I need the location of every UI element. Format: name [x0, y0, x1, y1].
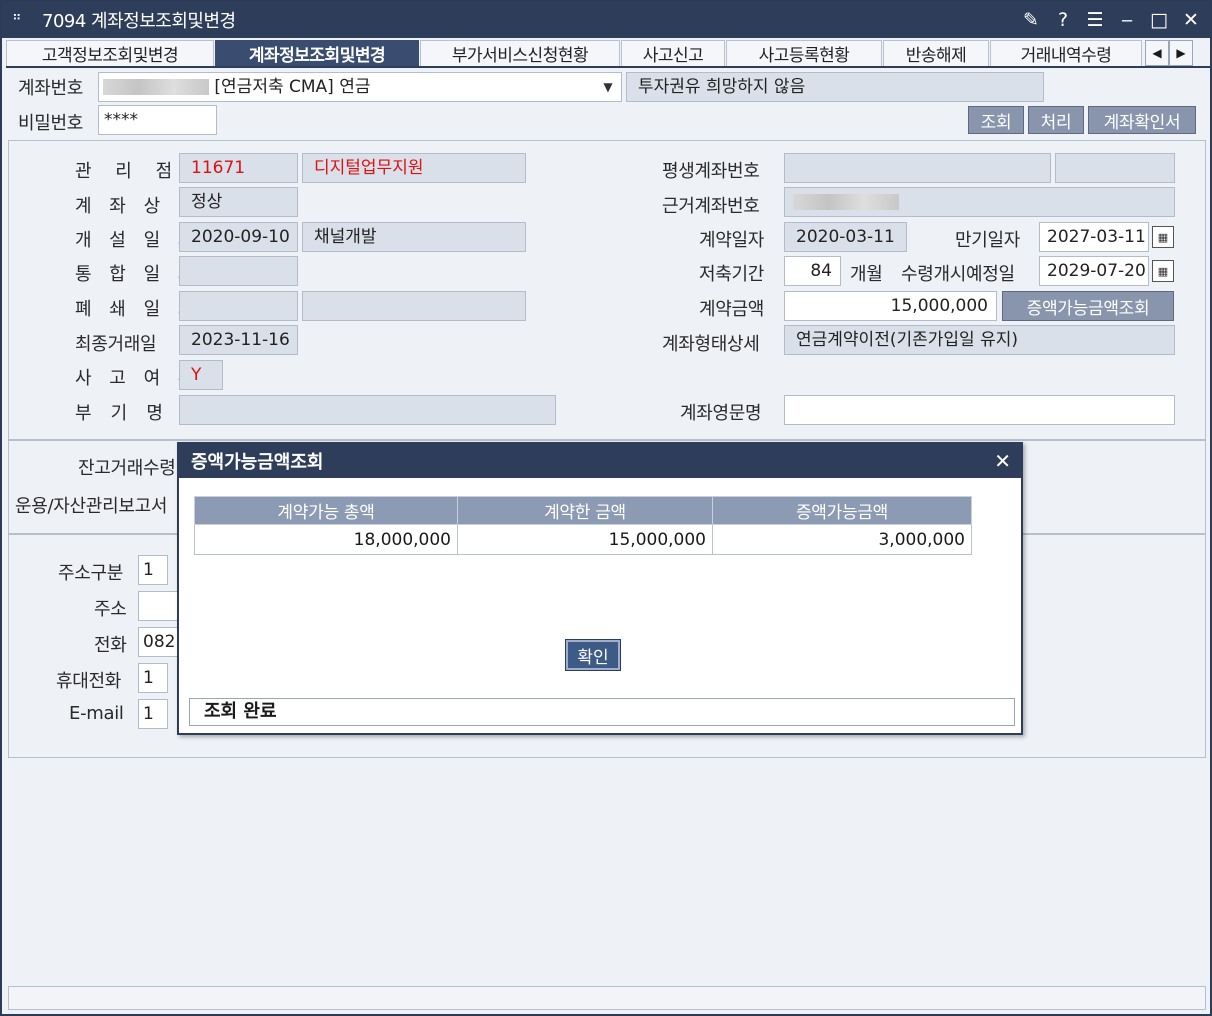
chevron-down-icon[interactable]: ▼	[596, 73, 620, 101]
payout-date-label: 수령개시예정일	[901, 264, 1015, 285]
pin-icon[interactable]: ✎	[1020, 2, 1042, 38]
password-label: 비밀번호	[18, 113, 84, 134]
increase-amount-query-button[interactable]: 증액가능금액조회	[1002, 291, 1174, 321]
masked-account-number	[103, 79, 209, 95]
merge-date-field	[179, 256, 298, 286]
maximize-icon[interactable]: □	[1148, 2, 1170, 38]
grid-cell-total: 18,000,000	[194, 524, 458, 555]
lifetime-account-field	[784, 153, 1051, 183]
months-unit-label: 개월	[850, 264, 883, 285]
mobile-label: 휴대전화	[56, 671, 122, 692]
tab-customer-info[interactable]: 고객정보조회및변경	[6, 40, 214, 66]
lifetime-account-extra-field	[1055, 153, 1175, 183]
grid-header: 계약가능 총액	[194, 496, 458, 525]
account-number-label: 계좌번호	[18, 78, 84, 99]
account-type-field: 연금계약이전(기존가입일 유지)	[784, 325, 1175, 355]
tab-bar: 고객정보조회및변경 계좌정보조회및변경 부가서비스신청현황 사고신고 사고등록현…	[6, 40, 1210, 68]
invest-notice-field: 투자권유 희망하지 않음	[626, 72, 1044, 102]
tab-incident-report[interactable]: 사고신고	[621, 40, 725, 66]
email-label: E-mail	[69, 703, 124, 724]
account-select[interactable]: [연금저축 CMA] 연금	[98, 72, 622, 102]
list-icon[interactable]: ☰	[1084, 2, 1106, 38]
help-icon[interactable]: ?	[1052, 2, 1074, 38]
maturity-date-field[interactable]: 2027-03-11	[1039, 222, 1149, 252]
calendar-icon[interactable]: ▦	[1152, 226, 1174, 248]
sub-name-field	[179, 395, 556, 425]
window-controls: ✎ ? ☰ ‒ □ ✕	[1020, 2, 1202, 38]
account-status-field: 정상	[179, 187, 298, 217]
phone-label: 전화	[94, 635, 127, 656]
dialog-close-icon[interactable]: ✕	[994, 444, 1011, 478]
open-date-field: 2020-09-10	[179, 222, 298, 252]
account-certificate-button[interactable]: 계좌확인서	[1088, 106, 1196, 134]
minimize-icon[interactable]: ‒	[1116, 2, 1138, 38]
status-bar	[8, 986, 1206, 1010]
query-button[interactable]: 조회	[968, 106, 1024, 134]
tab-scroll: ◀ ▶	[1145, 40, 1193, 66]
account-type-label: 계좌형태상세	[662, 334, 760, 355]
open-channel-field: 채널개발	[302, 222, 526, 252]
tab-account-info[interactable]: 계좌정보조회및변경	[215, 40, 419, 66]
asset-report-label: 운용/자산관리보고서	[15, 496, 168, 517]
process-button[interactable]: 처리	[1028, 106, 1084, 134]
tab-addon-service[interactable]: 부가서비스신청현황	[420, 40, 620, 66]
contract-date-label: 계약일자	[699, 230, 765, 251]
phone-input[interactable]: 082	[138, 627, 178, 657]
dialog-title-bar: 증액가능금액조회 ✕	[179, 444, 1021, 478]
branch-name-field: 디지털업무지원	[302, 153, 526, 183]
mobile-input[interactable]: 1	[138, 663, 168, 693]
password-input[interactable]: ****	[98, 105, 217, 135]
address-type-input[interactable]: 1	[138, 555, 168, 585]
grid-cell-increasable: 3,000,000	[712, 524, 972, 555]
masked-base-account	[793, 194, 899, 210]
base-account-field	[784, 187, 1175, 217]
contract-amount-field[interactable]: 15,000,000	[784, 291, 997, 321]
close-date-extra-field	[302, 291, 526, 321]
grid-header-row: 계약가능 총액 계약한 금액 증액가능금액	[194, 496, 972, 525]
branch-code-field: 11671	[179, 153, 298, 183]
balance-receipt-label: 잔고거래수령	[78, 458, 176, 479]
address-label: 주소	[94, 599, 127, 620]
table-row[interactable]: 18,000,000 15,000,000 3,000,000	[194, 524, 972, 555]
address-type-label: 주소구분	[58, 563, 124, 584]
grid-cell-contracted: 15,000,000	[457, 524, 713, 555]
dialog-title: 증액가능금액조회	[191, 452, 324, 473]
maturity-date-label: 만기일자	[955, 230, 1021, 251]
branch-label: 관 리 점	[75, 161, 182, 182]
last-trade-field: 2023-11-16	[179, 325, 298, 355]
tab-left-icon[interactable]: ◀	[1145, 40, 1169, 66]
dialog-status-text: 조회 완료	[189, 698, 1015, 726]
tab-right-icon[interactable]: ▶	[1169, 40, 1193, 66]
calendar-icon[interactable]: ▦	[1152, 260, 1174, 282]
contract-amount-label: 계약금액	[699, 299, 765, 320]
increase-amount-grid: 계약가능 총액 계약한 금액 증액가능금액 18,000,000 15,000,…	[194, 496, 972, 555]
saving-period-field[interactable]: 84	[784, 256, 841, 286]
close-icon[interactable]: ✕	[1180, 2, 1202, 38]
sub-name-label: 부 기 명	[75, 403, 163, 424]
english-name-input[interactable]	[784, 395, 1175, 425]
english-name-label: 계좌영문명	[680, 403, 762, 424]
grid-header: 계약한 금액	[457, 496, 713, 525]
window-title: 7094 계좌정보조회및변경	[42, 11, 236, 32]
tab-incident-status[interactable]: 사고등록현황	[726, 40, 882, 66]
ok-button[interactable]: 확인	[565, 639, 621, 671]
grid-header: 증액가능금액	[712, 496, 972, 525]
tab-return-release[interactable]: 반송해제	[883, 40, 989, 66]
lifetime-account-label: 평생계좌번호	[662, 161, 760, 182]
email-input[interactable]: 1	[138, 699, 168, 729]
tab-transaction-history[interactable]: 거래내역수령	[990, 40, 1142, 66]
contract-date-field: 2020-03-11	[784, 222, 907, 252]
saving-period-label: 저축기간	[699, 264, 765, 285]
close-date-field	[179, 291, 298, 321]
incident-field: Y	[179, 360, 223, 390]
address-input[interactable]	[138, 591, 178, 621]
app-menu-icon[interactable]: ⠛	[12, 13, 34, 28]
last-trade-label: 최종거래일	[75, 334, 157, 355]
payout-date-field[interactable]: 2029-07-20	[1039, 256, 1149, 286]
title-bar: ⠛ 7094 계좌정보조회및변경 ✎ ? ☰ ‒ □ ✕	[2, 2, 1210, 38]
base-account-label: 근거계좌번호	[662, 196, 760, 217]
main-window: ⠛ 7094 계좌정보조회및변경 ✎ ? ☰ ‒ □ ✕ 고객정보조회및변경 계…	[0, 0, 1212, 1016]
increase-amount-dialog: 증액가능금액조회 ✕ 계약가능 총액 계약한 금액 증액가능금액 18,000,…	[177, 442, 1023, 735]
